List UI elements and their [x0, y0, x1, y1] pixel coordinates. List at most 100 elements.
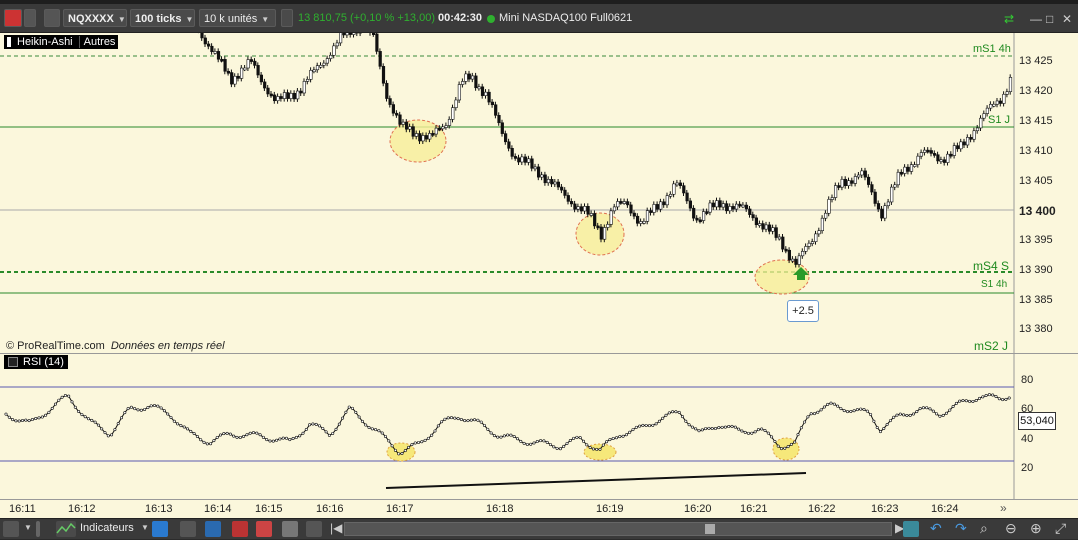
rsi-point — [368, 426, 370, 428]
candle-body — [805, 246, 808, 251]
candle-body — [834, 186, 837, 198]
candle-body — [854, 176, 857, 183]
interval-label: 100 ticks — [135, 13, 181, 25]
layout-icon[interactable] — [306, 521, 322, 537]
app-icon[interactable] — [4, 9, 22, 27]
candle-body — [283, 93, 286, 99]
scroll-end-icon[interactable]: » — [1000, 501, 1007, 515]
rsi-point — [1005, 398, 1007, 400]
rsi-point — [817, 411, 819, 413]
window-icon[interactable] — [282, 521, 298, 537]
rsi-point — [358, 416, 360, 418]
minimize-icon[interactable]: — — [1030, 12, 1042, 26]
product-name: Mini NASDAQ100 Full0621 — [499, 12, 632, 24]
chart-type-label[interactable]: Heikin-Ashi — [17, 36, 73, 48]
candle-body — [623, 202, 626, 204]
candle-body — [521, 157, 524, 162]
time-axis[interactable]: 16:11 16:12 16:13 16:14 16:15 16:16 16:1… — [0, 499, 1078, 518]
others-label[interactable]: Autres — [79, 36, 116, 48]
rsi-point — [599, 448, 601, 450]
candle-body — [643, 221, 646, 223]
candle-body — [296, 91, 299, 99]
rsi-point — [332, 432, 334, 434]
alert-icon[interactable] — [232, 521, 248, 537]
zoom-reset-icon[interactable]: ⌕ — [980, 520, 988, 537]
candle-body — [531, 159, 534, 169]
candle-body — [475, 76, 478, 88]
chevron-down-icon[interactable]: ▼ — [24, 523, 32, 532]
price-tick: 13 390 — [1019, 264, 1053, 276]
price-chart[interactable]: Heikin-Ashi Autres mS1 4h S1 J mS4 S S1 … — [0, 33, 1078, 353]
horizontal-scrollbar[interactable] — [344, 522, 892, 536]
candle-body — [230, 73, 233, 85]
rsi-point — [711, 427, 713, 429]
candle-body — [277, 96, 280, 100]
rsi-point — [906, 414, 908, 416]
screenshot-icon[interactable] — [256, 521, 272, 537]
zoom-in-icon[interactable]: ⊕ — [1030, 520, 1042, 537]
units-select[interactable]: 10 k unités▼ — [199, 9, 276, 27]
close-icon[interactable]: ✕ — [1062, 12, 1072, 26]
draw-tool-icon[interactable] — [3, 521, 19, 537]
save-icon[interactable] — [205, 521, 221, 537]
list-icon[interactable] — [44, 9, 60, 27]
instrument-select[interactable]: NQXXXX▼ — [63, 9, 127, 27]
rsi-point — [602, 444, 604, 446]
zoom-out-icon[interactable]: ⊖ — [1005, 520, 1017, 537]
rsi-point — [1008, 397, 1010, 399]
candle-body — [673, 184, 676, 194]
candle-body — [996, 101, 999, 104]
rsi-point — [467, 419, 469, 421]
candle-body — [887, 202, 890, 206]
candle-body — [306, 79, 309, 81]
rsi-point — [704, 427, 706, 429]
rsi-point — [506, 434, 508, 436]
rsi-point — [582, 440, 584, 442]
measure-badge[interactable]: +2.5 — [787, 300, 819, 322]
candle-body — [709, 203, 712, 212]
sync-icon[interactable]: ⇄ — [1004, 12, 1014, 26]
candle-body — [963, 142, 966, 145]
candle-body — [395, 113, 398, 115]
rsi-point — [546, 441, 548, 443]
scrollbar-thumb[interactable] — [705, 524, 715, 534]
chevron-down-icon[interactable]: ▼ — [141, 523, 149, 532]
rsi-point — [526, 443, 528, 445]
rsi-point — [840, 407, 842, 409]
candle-body — [907, 167, 910, 171]
rsi-point — [734, 426, 736, 428]
rsi-point — [345, 411, 347, 413]
candle-body — [841, 179, 844, 187]
rsi-panel[interactable]: RSI (14) 80 60 40 20 53,040 — [0, 353, 1078, 499]
rsi-point — [860, 408, 862, 410]
candle-body — [221, 59, 224, 61]
undo-icon[interactable]: ↶ — [930, 520, 942, 537]
rsi-point — [183, 426, 185, 428]
candle-body — [455, 100, 458, 108]
link-icon[interactable] — [24, 9, 36, 27]
candle-body — [663, 202, 666, 205]
rsi-label[interactable]: RSI (14) — [23, 356, 64, 368]
candle-icon — [7, 37, 11, 47]
candle-body — [956, 146, 959, 149]
interval-select[interactable]: 100 ticks▼ — [130, 9, 195, 27]
redo-icon[interactable]: ↷ — [955, 520, 967, 537]
indicators-icon[interactable] — [56, 521, 76, 537]
rsi-point — [374, 428, 376, 430]
rsi-point — [348, 406, 350, 408]
candle-body — [204, 38, 207, 44]
settings-icon[interactable] — [180, 521, 196, 537]
maximize-icon[interactable]: □ — [1046, 12, 1053, 26]
scroll-left-icon[interactable]: |◀ — [330, 521, 342, 535]
share-icon[interactable] — [152, 521, 168, 537]
calendar-icon[interactable] — [903, 521, 919, 537]
rsi-point — [691, 426, 693, 428]
indicators-button[interactable]: Indicateurs — [80, 522, 134, 534]
info-icon[interactable] — [281, 9, 293, 27]
fit-icon[interactable]: ⤢ — [1055, 520, 1066, 537]
rsi-point — [982, 396, 984, 398]
candle-body — [791, 259, 794, 261]
candle-body — [696, 218, 699, 220]
candle-body — [752, 215, 755, 218]
candle-body — [881, 209, 884, 218]
